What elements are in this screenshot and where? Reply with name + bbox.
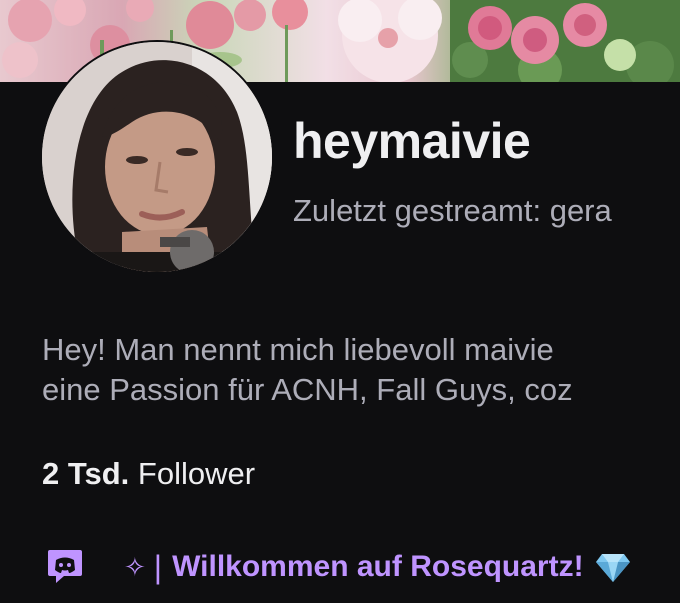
- social-link-discord[interactable]: ✧ | Willkommen auf Rosequartz!: [46, 545, 632, 589]
- link-divider: |: [153, 548, 163, 585]
- bio-line: eine Passion für ACNH, Fall Guys, coz: [42, 372, 573, 407]
- sparkle-icon: ✧: [124, 551, 146, 582]
- follower-count: 2 Tsd. Follower: [42, 456, 255, 492]
- discord-icon: [48, 550, 82, 583]
- gem-icon: [595, 554, 630, 582]
- follower-count-label: Follower: [137, 456, 256, 491]
- last-streamed-text: Zuletzt gestreamt: gera: [293, 193, 612, 228]
- channel-bio: Hey! Man nennt mich liebevoll maivie ein…: [42, 330, 680, 410]
- follower-count-value: 2 Tsd.: [42, 456, 130, 491]
- bio-line: Hey! Man nennt mich liebevoll maivie: [42, 332, 554, 367]
- profile-photo: [42, 42, 272, 272]
- avatar[interactable]: [40, 40, 274, 274]
- discord-link[interactable]: Willkommen auf Rosequartz!: [172, 550, 583, 584]
- channel-username[interactable]: heymaivie: [293, 112, 531, 170]
